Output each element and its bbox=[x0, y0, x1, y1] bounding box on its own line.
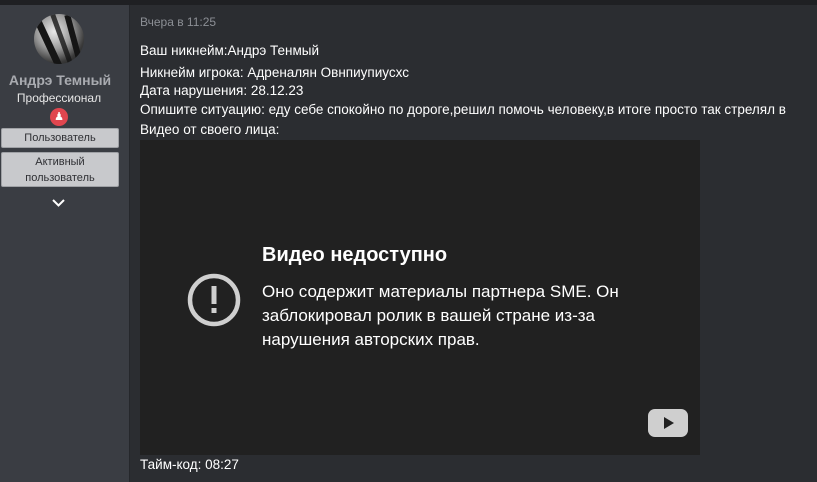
post-line-video-label: Видео от своего лица: bbox=[140, 122, 280, 137]
role-badge-user: Пользователь bbox=[1, 128, 119, 148]
avatar[interactable] bbox=[34, 14, 84, 64]
user-badge-icon: ♟ bbox=[50, 108, 68, 126]
post-content: Вчера в 11:25 Ваш никнейм:Андрэ Тенмый Н… bbox=[131, 5, 817, 482]
post-timestamp[interactable]: Вчера в 11:25 bbox=[140, 15, 216, 29]
error-icon bbox=[187, 273, 241, 327]
user-rank: Профессионал bbox=[16, 91, 102, 105]
user-sidebar: Андрэ Темный Профессионал ♟ Пользователь… bbox=[0, 5, 130, 482]
role-badge-active-user: Активный пользователь bbox=[1, 152, 119, 187]
video-embed[interactable]: Видео недоступно Оно содержит материалы … bbox=[140, 140, 700, 455]
username[interactable]: Андрэ Темный bbox=[0, 72, 120, 88]
youtube-icon[interactable] bbox=[648, 409, 688, 437]
post-line-situation: Опишите ситуацию: еду себе спокойно по д… bbox=[140, 102, 786, 117]
video-unavailable-title: Видео недоступно bbox=[262, 244, 448, 266]
post-line-nickname: Ваш никнейм:Андрэ Тенмый bbox=[140, 43, 319, 58]
post-line-violation-date: Дата нарушения: 28.12.23 bbox=[140, 83, 304, 98]
post-timecode: Тайм-код: 08:27 bbox=[140, 457, 239, 472]
video-unavailable-message: Оно содержит материалы партнера SME. Он … bbox=[262, 282, 619, 349]
post-line-player-nickname: Никнейм игрока: Адреналян Овнпиупиусхс bbox=[140, 65, 409, 80]
chevron-down-icon[interactable] bbox=[52, 196, 65, 209]
